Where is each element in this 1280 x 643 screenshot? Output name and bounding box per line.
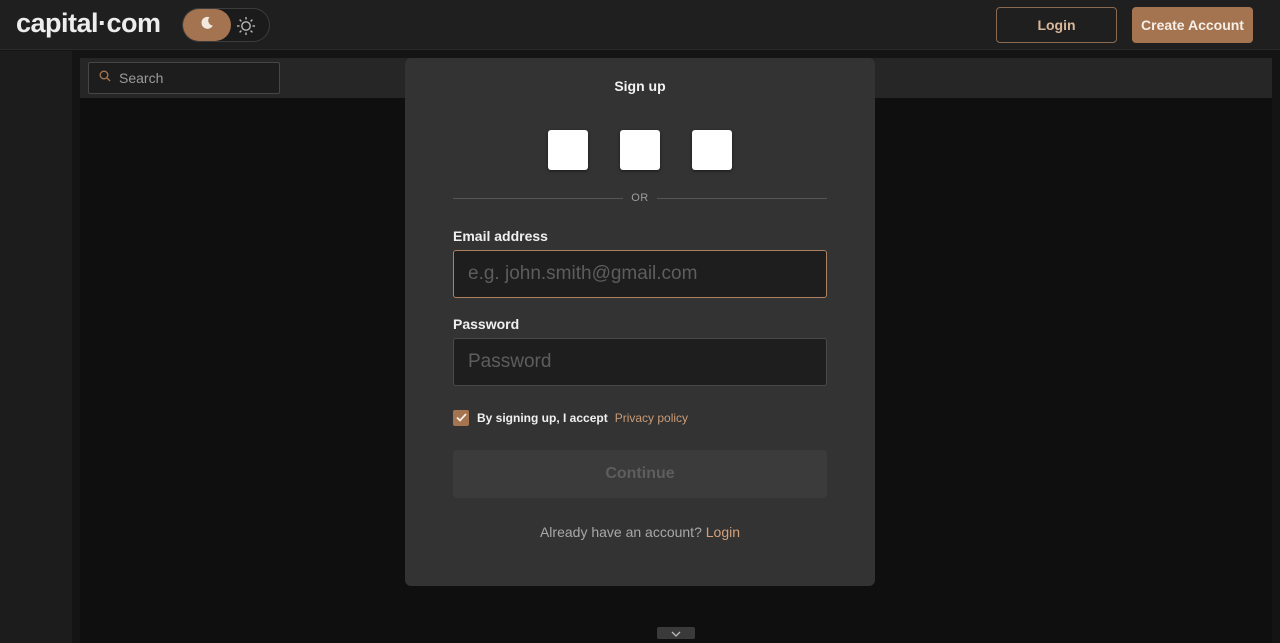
left-sidebar <box>0 51 72 643</box>
consent-text: By signing up, I accept <box>477 411 608 425</box>
moon-icon <box>199 15 215 36</box>
divider-line <box>656 197 827 199</box>
search-input[interactable]: Search <box>88 62 280 94</box>
privacy-consent-checkbox[interactable] <box>453 410 469 426</box>
signup-modal: Sign up OR Email address Password By sig… <box>405 58 875 586</box>
social-login-button-3[interactable] <box>692 130 732 170</box>
header-login-button[interactable]: Login <box>996 7 1117 43</box>
password-field[interactable] <box>453 338 827 386</box>
password-label: Password <box>453 316 520 332</box>
social-login-button-2[interactable] <box>620 130 660 170</box>
theme-toggle[interactable] <box>182 8 270 42</box>
expand-panel-button[interactable] <box>657 627 695 639</box>
create-account-button[interactable]: Create Account <box>1132 7 1253 43</box>
divider-line <box>453 197 624 199</box>
social-login-button-1[interactable] <box>548 130 588 170</box>
email-field[interactable] <box>453 250 827 298</box>
chevron-down-icon <box>671 624 681 642</box>
privacy-consent-row: By signing up, I accept Privacy policy <box>453 409 688 427</box>
or-text: OR <box>631 192 649 204</box>
privacy-policy-link[interactable]: Privacy policy <box>615 411 688 425</box>
continue-button[interactable]: Continue <box>453 450 827 498</box>
modal-login-link[interactable]: Login <box>706 524 740 540</box>
search-icon <box>99 69 111 87</box>
capital-logo[interactable]: capital·com <box>16 8 161 39</box>
dark-mode-option[interactable] <box>183 9 231 41</box>
or-divider: OR <box>453 190 827 206</box>
search-placeholder: Search <box>119 70 164 86</box>
sun-icon[interactable] <box>235 15 257 37</box>
login-prompt-text: Already have an account? <box>539 524 702 540</box>
checkmark-icon <box>455 409 467 427</box>
modal-title: Sign up <box>614 78 666 94</box>
login-prompt: Already have an account? Login <box>405 524 875 540</box>
top-bar: capital·com Login Create Account <box>0 0 1280 50</box>
email-label: Email address <box>453 228 548 244</box>
